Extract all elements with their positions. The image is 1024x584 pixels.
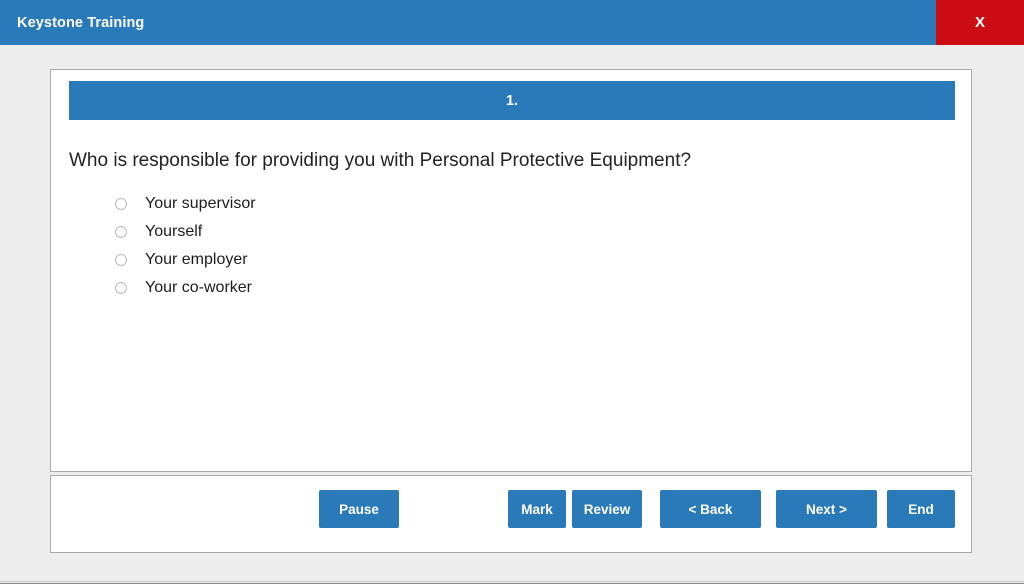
window-title-bar: Keystone Training X: [0, 0, 1024, 45]
question-number-bar: 1.: [69, 81, 955, 120]
question-panel: 1. Who is responsible for providing you …: [50, 69, 972, 472]
footer-panel: Pause Mark Review < Back Next > End: [50, 475, 972, 553]
answer-option-1[interactable]: Your supervisor: [115, 190, 935, 218]
pause-button[interactable]: Pause: [319, 490, 399, 528]
close-button[interactable]: X: [936, 0, 1024, 45]
radio-button-icon[interactable]: [115, 226, 127, 238]
review-button[interactable]: Review: [572, 490, 642, 528]
answer-options-list: Your supervisor Yourself Your employer Your…: [115, 190, 935, 302]
back-button[interactable]: < Back: [660, 490, 761, 528]
answer-option-4[interactable]: Your co-worker: [115, 274, 935, 302]
radio-button-icon[interactable]: [115, 198, 127, 210]
answer-option-2[interactable]: Yourself: [115, 218, 935, 246]
answer-option-3[interactable]: Your employer: [115, 246, 935, 274]
end-button[interactable]: End: [887, 490, 955, 528]
radio-button-icon[interactable]: [115, 254, 127, 266]
next-button[interactable]: Next >: [776, 490, 877, 528]
answer-option-label: Your employer: [145, 251, 248, 268]
answer-option-label: Yourself: [145, 223, 203, 240]
radio-button-icon[interactable]: [115, 282, 127, 294]
app-title: Keystone Training: [17, 14, 145, 31]
mark-button[interactable]: Mark: [508, 490, 566, 528]
answer-option-label: Your co-worker: [145, 279, 253, 296]
question-text: Who is responsible for providing you wit…: [69, 150, 692, 171]
answer-option-label: Your supervisor: [145, 195, 256, 212]
